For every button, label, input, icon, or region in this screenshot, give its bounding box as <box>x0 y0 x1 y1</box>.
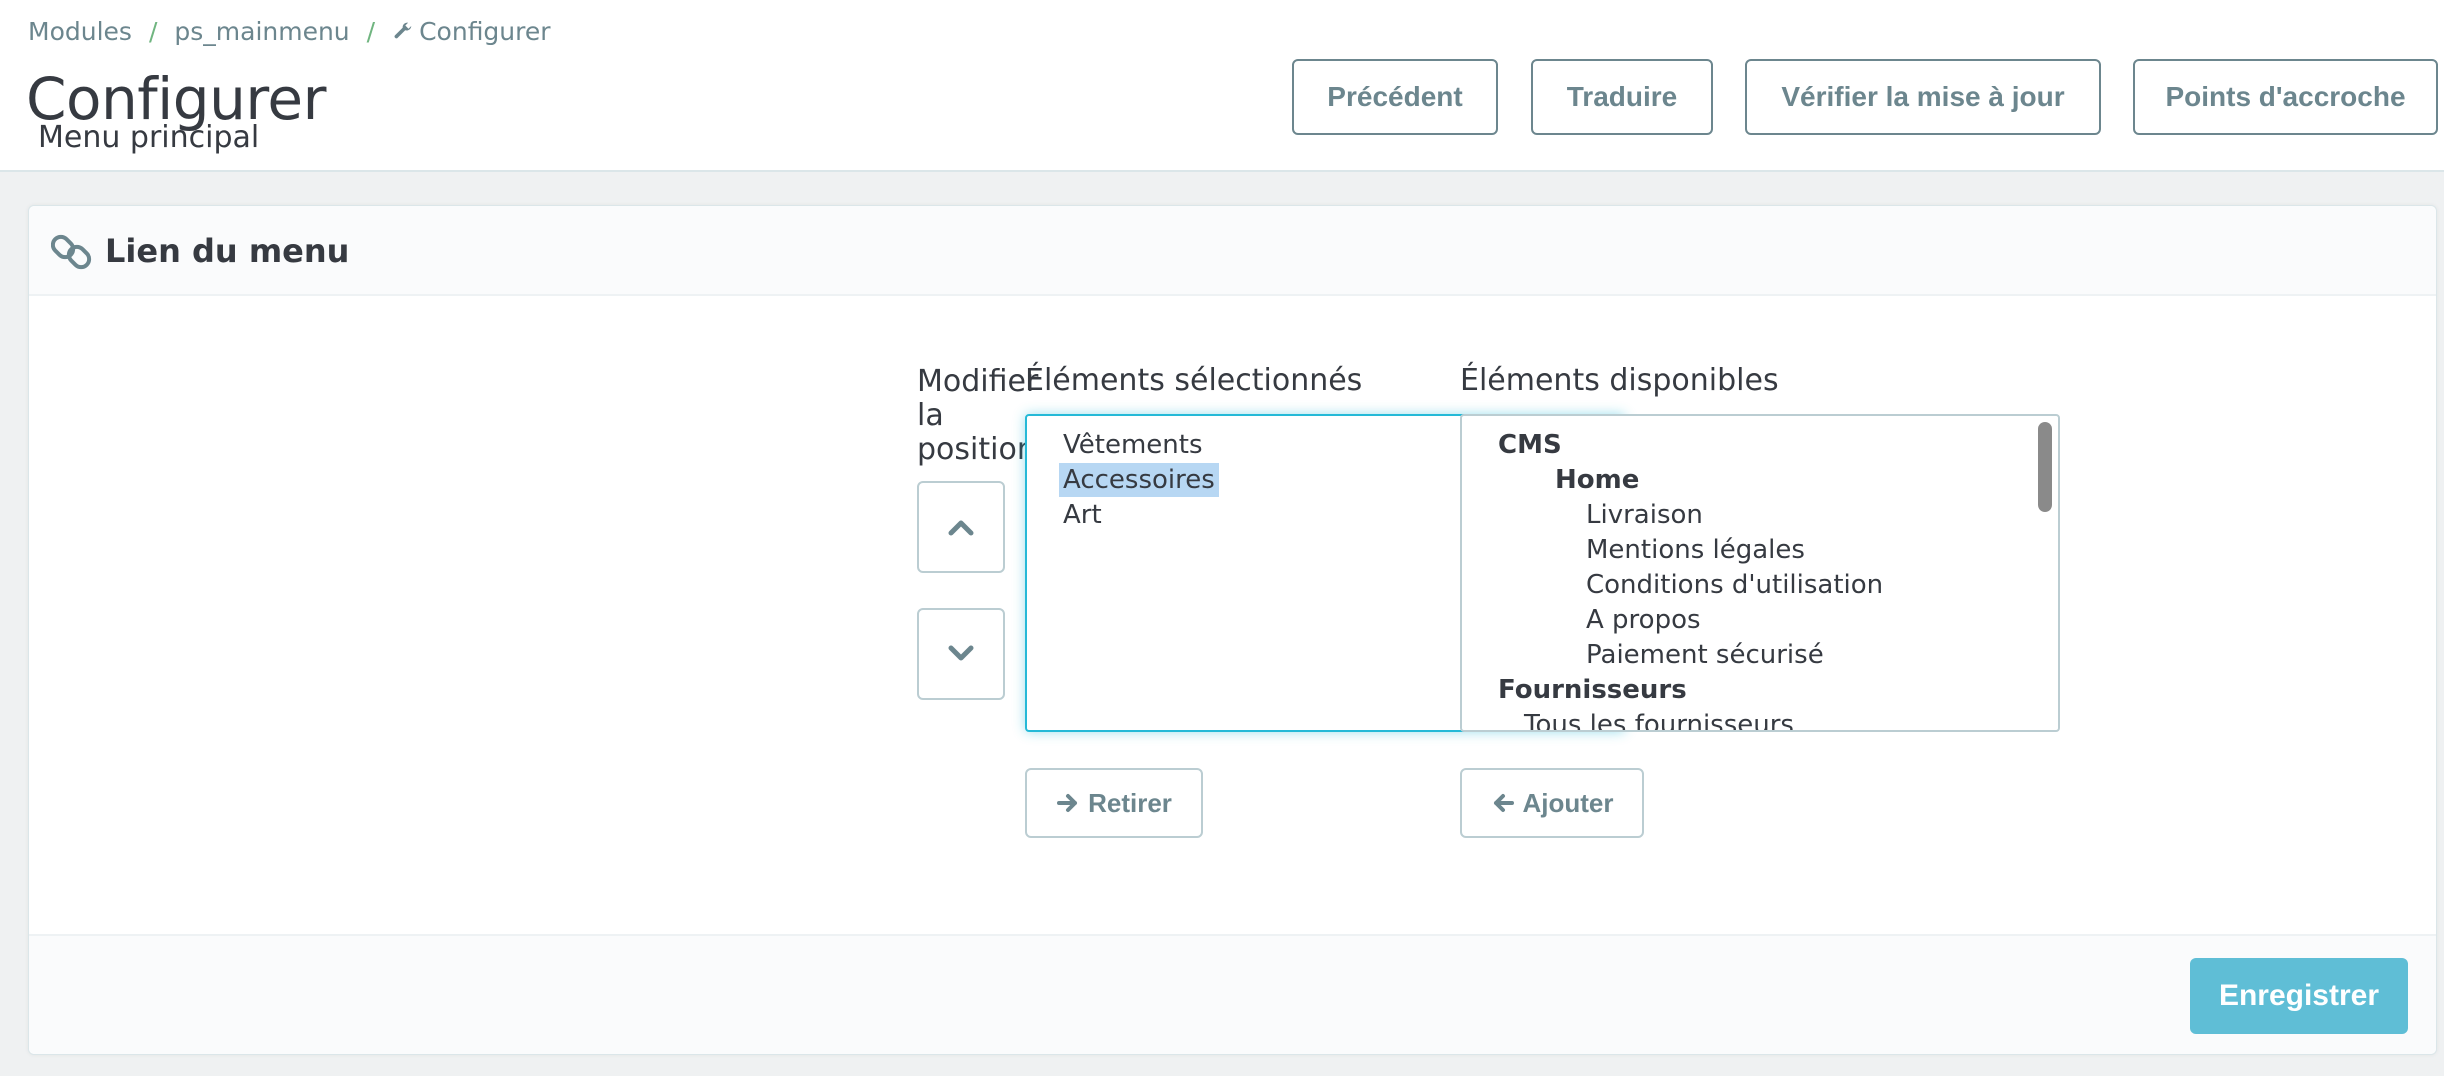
arrow-left-icon <box>1493 794 1514 812</box>
selected-items-label: Éléments sélectionnés <box>1025 363 1363 398</box>
arrow-right-icon <box>1057 794 1078 812</box>
list-item[interactable]: Art <box>1063 498 1102 532</box>
list-item[interactable]: Livraison <box>1586 498 1703 532</box>
available-items-list[interactable]: CMS Home Livraison Mentions légales Cond… <box>1460 414 2060 732</box>
list-item[interactable]: Vêtements <box>1063 428 1203 462</box>
list-group-cms: CMS <box>1498 430 1562 460</box>
list-item[interactable]: Paiement sécurisé <box>1586 638 1824 672</box>
link-icon <box>50 230 93 272</box>
breadcrumb-item-current: Configurer <box>419 16 551 46</box>
list-item[interactable]: Tous les fournisseurs <box>1524 708 1794 730</box>
add-button[interactable]: Ajouter <box>1460 768 1644 838</box>
remove-button[interactable]: Retirer <box>1025 768 1203 838</box>
save-button[interactable]: Enregistrer <box>2190 958 2408 1034</box>
hooks-button[interactable]: Points d'accroche <box>2133 59 2438 135</box>
breadcrumb-separator: / <box>148 16 158 46</box>
panel-title: Lien du menu <box>105 232 350 270</box>
previous-button[interactable]: Précédent <box>1292 59 1498 135</box>
remove-button-label: Retirer <box>1088 787 1172 818</box>
list-item[interactable]: Conditions d'utilisation <box>1586 568 1883 602</box>
move-down-button[interactable] <box>917 608 1005 700</box>
breadcrumb-item-modules[interactable]: Modules <box>28 17 132 46</box>
breadcrumb-item-module[interactable]: ps_mainmenu <box>174 17 349 46</box>
list-item[interactable]: Mentions légales <box>1586 533 1805 567</box>
move-up-button[interactable] <box>917 481 1005 573</box>
list-group-suppliers: Fournisseurs <box>1498 675 1687 705</box>
list-item[interactable]: A propos <box>1586 603 1701 637</box>
add-button-label: Ajouter <box>1522 787 1614 818</box>
page-header: Modules / ps_mainmenu / Configurer Confi… <box>0 0 2444 172</box>
available-items-label: Éléments disponibles <box>1460 363 1779 398</box>
check-update-button[interactable]: Vérifier la mise à jour <box>1745 59 2101 135</box>
list-scrollbar[interactable] <box>2038 422 2052 512</box>
panel-footer: Enregistrer <box>29 934 2436 1054</box>
chevron-down-icon <box>948 645 974 661</box>
list-item-selected[interactable]: Accessoires <box>1059 463 1219 497</box>
wrench-icon <box>392 20 414 42</box>
page-subtitle: Menu principal <box>38 120 260 155</box>
breadcrumb: Modules / ps_mainmenu / Configurer <box>28 14 551 48</box>
panel-heading: Lien du menu <box>29 206 2436 296</box>
chevron-up-icon <box>948 520 974 536</box>
position-label: Modifier la position <box>917 364 1039 467</box>
breadcrumb-separator: / <box>366 16 376 46</box>
list-group-home: Home <box>1555 465 1640 495</box>
translate-button[interactable]: Traduire <box>1531 59 1713 135</box>
